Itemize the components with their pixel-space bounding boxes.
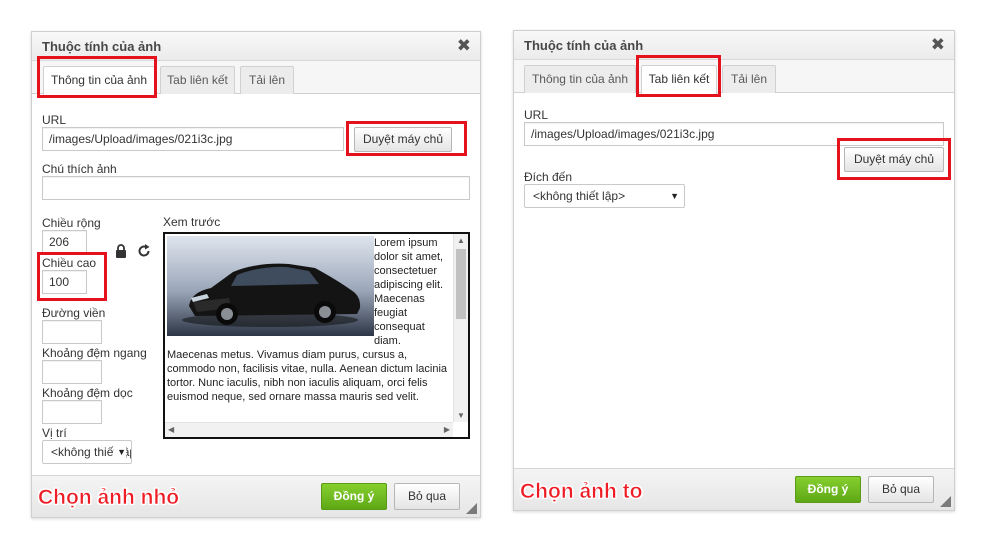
dropdown-arrow-icon: ▼	[667, 185, 679, 207]
preview-content: Lorem ipsum dolor sit amet, consectetuer…	[167, 236, 452, 420]
dropdown-arrow-icon: ▼	[114, 441, 126, 463]
target-select-value: <không thiết lập>	[533, 189, 626, 203]
target-label: Đích đến	[524, 170, 573, 184]
tab-image-info[interactable]: Thông tin của ảnh	[43, 66, 155, 95]
alt-text-input[interactable]	[42, 176, 470, 200]
url-input[interactable]	[524, 122, 944, 146]
scroll-up-icon[interactable]: ▲	[457, 236, 465, 245]
image-properties-dialog-right: Thuộc tính của ảnh ✖ Thông tin của ảnh T…	[513, 30, 955, 511]
browse-server-button[interactable]: Duyệt máy chủ	[354, 127, 452, 152]
scroll-left-icon[interactable]: ◀	[168, 425, 174, 434]
tab-link[interactable]: Tab liên kết	[641, 65, 717, 94]
border-label: Đường viền	[42, 306, 106, 320]
caption-large-image: Chọn ảnh to	[520, 480, 643, 504]
preview-vertical-scrollbar[interactable]: ▲ ▼	[453, 234, 468, 422]
tab-image-info[interactable]: Thông tin của ảnh	[524, 65, 636, 93]
caption-small-image: Chọn ảnh nhỏ	[38, 486, 180, 510]
url-label: URL	[42, 113, 67, 127]
dialog-title: Thuộc tính của ảnh	[524, 38, 644, 53]
reset-size-icon[interactable]	[137, 244, 151, 261]
car-thumbnail	[167, 236, 374, 336]
close-icon[interactable]: ✖	[457, 36, 471, 56]
scroll-thumb[interactable]	[456, 249, 466, 319]
ok-button[interactable]: Đồng ý	[795, 476, 861, 503]
dialog-titlebar: Thuộc tính của ảnh ✖	[514, 31, 954, 60]
height-input[interactable]	[42, 270, 87, 294]
preview-label: Xem trước	[163, 215, 221, 229]
cancel-button[interactable]: Bỏ qua	[394, 483, 460, 510]
height-label: Chiều cao	[42, 256, 97, 270]
dialog-titlebar: Thuộc tính của ảnh ✖	[32, 32, 480, 61]
cancel-button[interactable]: Bỏ qua	[868, 476, 934, 503]
dialog-body: URL Duyệt máy chủ Đích đến <không thiết …	[514, 94, 954, 468]
preview-horizontal-scrollbar[interactable]: ◀ ▶	[165, 422, 453, 437]
image-properties-dialog-left: Thuộc tính của ảnh ✖ Thông tin của ảnh T…	[31, 31, 481, 518]
image-preview[interactable]: Lorem ipsum dolor sit amet, consectetuer…	[163, 232, 470, 439]
hspace-input[interactable]	[42, 360, 102, 384]
target-select[interactable]: <không thiết lập> ▼	[524, 184, 685, 208]
border-input[interactable]	[42, 320, 102, 344]
dialog-body: URL Duyệt máy chủ Chú thích ảnh Chiều rộ…	[32, 95, 480, 475]
tab-upload[interactable]: Tải lên	[240, 66, 294, 94]
hspace-label: Khoảng đệm ngang	[42, 346, 147, 360]
tab-link[interactable]: Tab liên kết	[160, 66, 235, 94]
url-label: URL	[524, 108, 549, 122]
align-select[interactable]: <không thiết lập> ▼	[42, 440, 132, 464]
url-input[interactable]	[42, 127, 344, 151]
alt-text-label: Chú thích ảnh	[42, 162, 117, 176]
resize-handle-icon[interactable]	[466, 503, 477, 514]
width-label: Chiều rộng	[42, 216, 101, 230]
dialog-title: Thuộc tính của ảnh	[42, 39, 162, 54]
ok-button[interactable]: Đồng ý	[321, 483, 387, 510]
tab-strip: Thông tin của ảnh Tab liên kết Tải lên	[514, 60, 954, 94]
vspace-label: Khoảng đệm dọc	[42, 386, 133, 400]
align-label: Vị trí	[42, 426, 67, 440]
scroll-right-icon[interactable]: ▶	[444, 425, 450, 434]
resize-handle-icon[interactable]	[940, 496, 951, 507]
close-icon[interactable]: ✖	[931, 35, 945, 55]
scroll-down-icon[interactable]: ▼	[457, 411, 465, 420]
lock-icon[interactable]	[115, 244, 127, 261]
browse-server-button[interactable]: Duyệt máy chủ	[844, 147, 944, 172]
tab-upload[interactable]: Tải lên	[722, 65, 776, 93]
width-input[interactable]	[42, 230, 87, 254]
tab-strip: Thông tin của ảnh Tab liên kết Tải lên	[32, 61, 480, 95]
vspace-input[interactable]	[42, 400, 102, 424]
